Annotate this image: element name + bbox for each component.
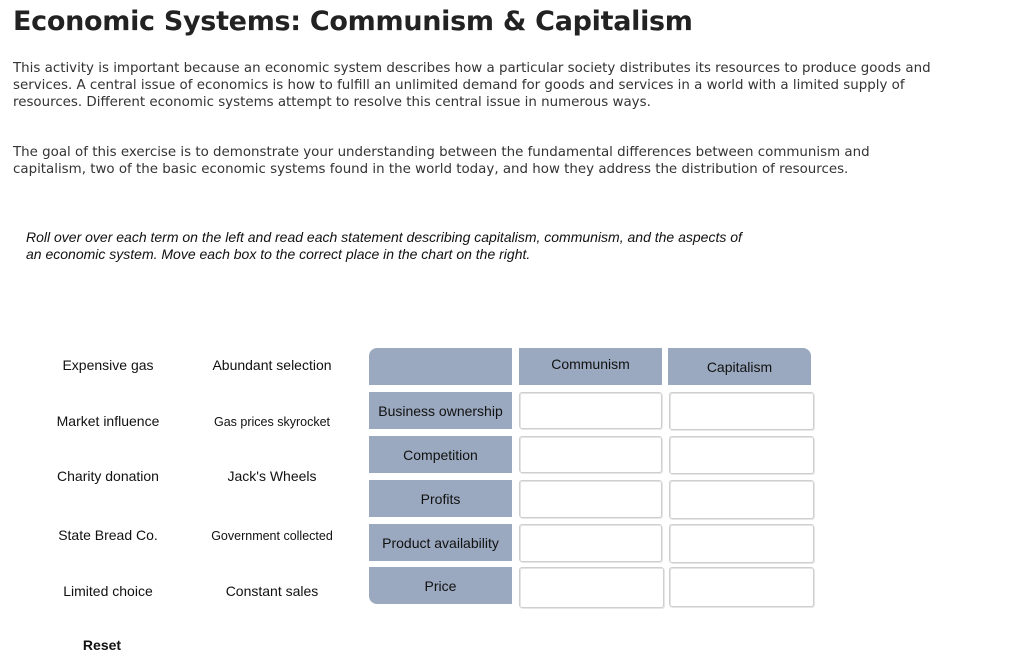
drop-zone-communism-profits[interactable] — [519, 480, 662, 518]
row-header-price: Price — [369, 567, 512, 604]
draggable-term[interactable]: Expensive gas — [38, 357, 178, 373]
row-header-profits: Profits — [369, 480, 512, 517]
instructions: Roll over over each term on the left and… — [26, 229, 742, 262]
drop-zone-capitalism-profits[interactable] — [669, 480, 814, 519]
draggable-term[interactable]: Jack's Wheels — [202, 468, 342, 484]
draggable-term[interactable]: Market influence — [38, 413, 178, 429]
draggable-term[interactable]: Abundant selection — [202, 357, 342, 373]
drop-zone-capitalism-product-availability[interactable] — [669, 524, 814, 563]
draggable-term[interactable]: State Bread Co. — [38, 527, 178, 543]
drop-zone-communism-competition[interactable] — [519, 436, 662, 473]
drop-zone-capitalism-price[interactable] — [669, 567, 814, 607]
row-header-business-ownership: Business ownership — [369, 392, 512, 429]
page-title: Economic Systems: Communism & Capitalism — [13, 6, 693, 37]
row-header-competition: Competition — [369, 436, 512, 473]
header-corner-cell — [369, 348, 512, 385]
drop-zone-capitalism-competition[interactable] — [669, 436, 814, 474]
draggable-term[interactable]: Government collected — [202, 529, 342, 543]
draggable-term[interactable]: Constant sales — [202, 583, 342, 599]
header-capitalism: Capitalism — [668, 348, 811, 385]
drop-zone-communism-price[interactable] — [519, 567, 664, 608]
drop-zone-communism-business-ownership[interactable] — [519, 392, 662, 429]
intro-paragraph: This activity is important because an ec… — [13, 61, 931, 110]
reset-button[interactable]: Reset — [62, 637, 142, 653]
draggable-term[interactable]: Gas prices skyrocket — [202, 415, 342, 429]
drop-zone-communism-product-availability[interactable] — [519, 524, 662, 562]
header-communism: Communism — [519, 348, 662, 385]
goal-paragraph: The goal of this exercise is to demonstr… — [13, 145, 870, 177]
draggable-term[interactable]: Limited choice — [38, 583, 178, 599]
drop-zone-capitalism-business-ownership[interactable] — [669, 392, 814, 430]
row-header-product-availability: Product availability — [369, 524, 512, 561]
draggable-term[interactable]: Charity donation — [38, 468, 178, 484]
